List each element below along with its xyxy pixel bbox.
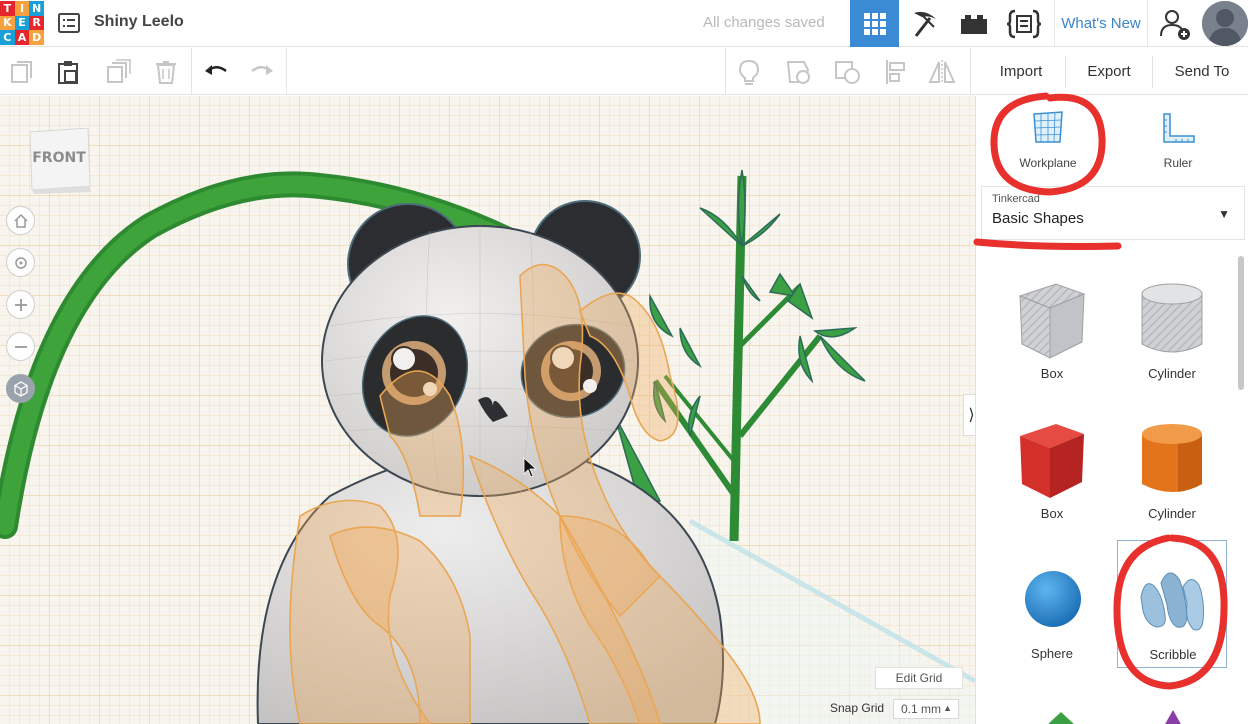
workplane-scene[interactable] bbox=[0, 96, 975, 724]
shape-label: Sphere bbox=[1031, 646, 1073, 661]
caret-down-icon: ▼ bbox=[1218, 207, 1230, 221]
logo-letter: C bbox=[0, 30, 15, 45]
ruler-tool[interactable]: Ruler bbox=[1133, 108, 1223, 170]
logo-letter: N bbox=[29, 1, 44, 16]
workplane-label: Workplane bbox=[1019, 156, 1077, 170]
zoom-in-icon[interactable] bbox=[6, 290, 35, 319]
codeblocks-icon[interactable] bbox=[999, 0, 1049, 47]
bricks-icon[interactable] bbox=[949, 0, 999, 47]
workplane-tool[interactable]: Workplane bbox=[1003, 108, 1093, 170]
logo-letter: D bbox=[29, 30, 44, 45]
3d-design-grid-icon[interactable] bbox=[850, 0, 899, 47]
shape-label: Cylinder bbox=[1148, 366, 1196, 381]
shape-box-solid[interactable]: Box bbox=[997, 404, 1107, 534]
workplane-icon bbox=[1033, 111, 1063, 143]
group-icon[interactable] bbox=[782, 56, 814, 88]
shape-label: Scribble bbox=[1149, 647, 1197, 662]
zoom-out-icon[interactable] bbox=[6, 332, 35, 361]
logo-letter: E bbox=[14, 15, 30, 31]
edit-toolbar: Import Export Send To bbox=[0, 48, 1248, 95]
caret-up-icon: ▲ bbox=[943, 703, 952, 713]
snap-grid-select[interactable]: 0.1 mm ▲ bbox=[893, 699, 959, 719]
duplicate-icon[interactable] bbox=[102, 56, 134, 88]
sphere-icon bbox=[1025, 571, 1081, 627]
logo-letter: K bbox=[0, 15, 15, 31]
panel-collapse-toggle[interactable]: ⟩ bbox=[963, 394, 975, 436]
scribble-icon bbox=[1140, 572, 1204, 631]
undo-icon[interactable] bbox=[200, 56, 232, 88]
next-shapes-row[interactable] bbox=[976, 706, 1248, 724]
save-status: All changes saved bbox=[703, 14, 825, 31]
design-title[interactable]: Shiny Leelo bbox=[94, 13, 184, 31]
logo-letter: A bbox=[14, 30, 30, 45]
3d-viewport[interactable]: FRONT ⟩ Edit Grid Snap Grid 0.1 mm ▲ bbox=[0, 96, 975, 724]
top-bar: TINKERCAD Shiny Leelo All changes saved bbox=[0, 0, 1248, 47]
view-cube[interactable]: FRONT bbox=[28, 127, 92, 194]
edit-grid-button[interactable]: Edit Grid bbox=[875, 667, 963, 689]
mirror-icon[interactable] bbox=[926, 56, 958, 88]
logo-letter: T bbox=[0, 1, 15, 16]
shape-label: Box bbox=[1040, 506, 1064, 521]
box-solid-icon bbox=[1020, 424, 1084, 498]
tinkercad-logo[interactable]: TINKERCAD bbox=[0, 1, 44, 45]
ruler-icon bbox=[1163, 113, 1195, 143]
home-view-icon[interactable] bbox=[6, 206, 35, 235]
library-name: Basic Shapes bbox=[992, 210, 1084, 227]
redo-icon[interactable] bbox=[246, 56, 278, 88]
delete-icon[interactable] bbox=[150, 56, 182, 88]
pickaxe-icon[interactable] bbox=[899, 0, 949, 47]
shape-label: Cylinder bbox=[1148, 506, 1196, 521]
view-cube-label: FRONT bbox=[32, 150, 86, 166]
chevron-right-icon: ⟩ bbox=[968, 407, 975, 424]
shapes-panel: Workplane Ruler Tinkercad Basic Shapes ▼ bbox=[975, 96, 1248, 724]
ungroup-icon[interactable] bbox=[831, 56, 863, 88]
paste-icon[interactable] bbox=[52, 56, 84, 88]
design-list-icon[interactable] bbox=[58, 12, 80, 34]
snap-grid-label: Snap Grid bbox=[830, 701, 885, 715]
export-button[interactable]: Export bbox=[1072, 48, 1146, 95]
tinkercad-editor: TINKERCAD Shiny Leelo All changes saved bbox=[0, 0, 1248, 724]
shape-label: Box bbox=[1040, 366, 1064, 381]
ruler-label: Ruler bbox=[1163, 156, 1193, 170]
panel-scrollbar[interactable] bbox=[1238, 256, 1244, 390]
shape-sphere[interactable]: Sphere bbox=[997, 544, 1107, 674]
shape-cylinder-hole[interactable]: Cylinder bbox=[1117, 264, 1227, 394]
snap-grid-value: 0.1 mm bbox=[901, 702, 942, 716]
shape-library-select[interactable]: Tinkercad Basic Shapes ▼ bbox=[981, 186, 1245, 240]
copy-icon[interactable] bbox=[6, 56, 38, 88]
box-hole-icon bbox=[1018, 283, 1086, 359]
light-bulb-icon[interactable] bbox=[733, 56, 765, 88]
shape-box-hole[interactable]: Box bbox=[997, 264, 1107, 394]
whats-new-link[interactable]: What's New bbox=[1054, 0, 1148, 47]
library-source: Tinkercad bbox=[992, 193, 1040, 205]
logo-letter: I bbox=[14, 1, 30, 16]
align-icon[interactable] bbox=[880, 56, 912, 88]
add-user-icon[interactable] bbox=[1150, 0, 1200, 47]
ortho-view-icon[interactable] bbox=[6, 374, 35, 403]
fit-view-icon[interactable] bbox=[6, 248, 35, 277]
cylinder-hole-icon bbox=[1141, 283, 1203, 353]
send-to-button[interactable]: Send To bbox=[1159, 48, 1245, 95]
cylinder-solid-icon bbox=[1142, 424, 1202, 492]
avatar[interactable] bbox=[1202, 1, 1248, 46]
import-button[interactable]: Import bbox=[983, 48, 1059, 95]
logo-letter: R bbox=[29, 15, 44, 31]
shape-cylinder-solid[interactable]: Cylinder bbox=[1117, 404, 1227, 534]
shape-scribble[interactable]: Scribble bbox=[1117, 540, 1227, 668]
